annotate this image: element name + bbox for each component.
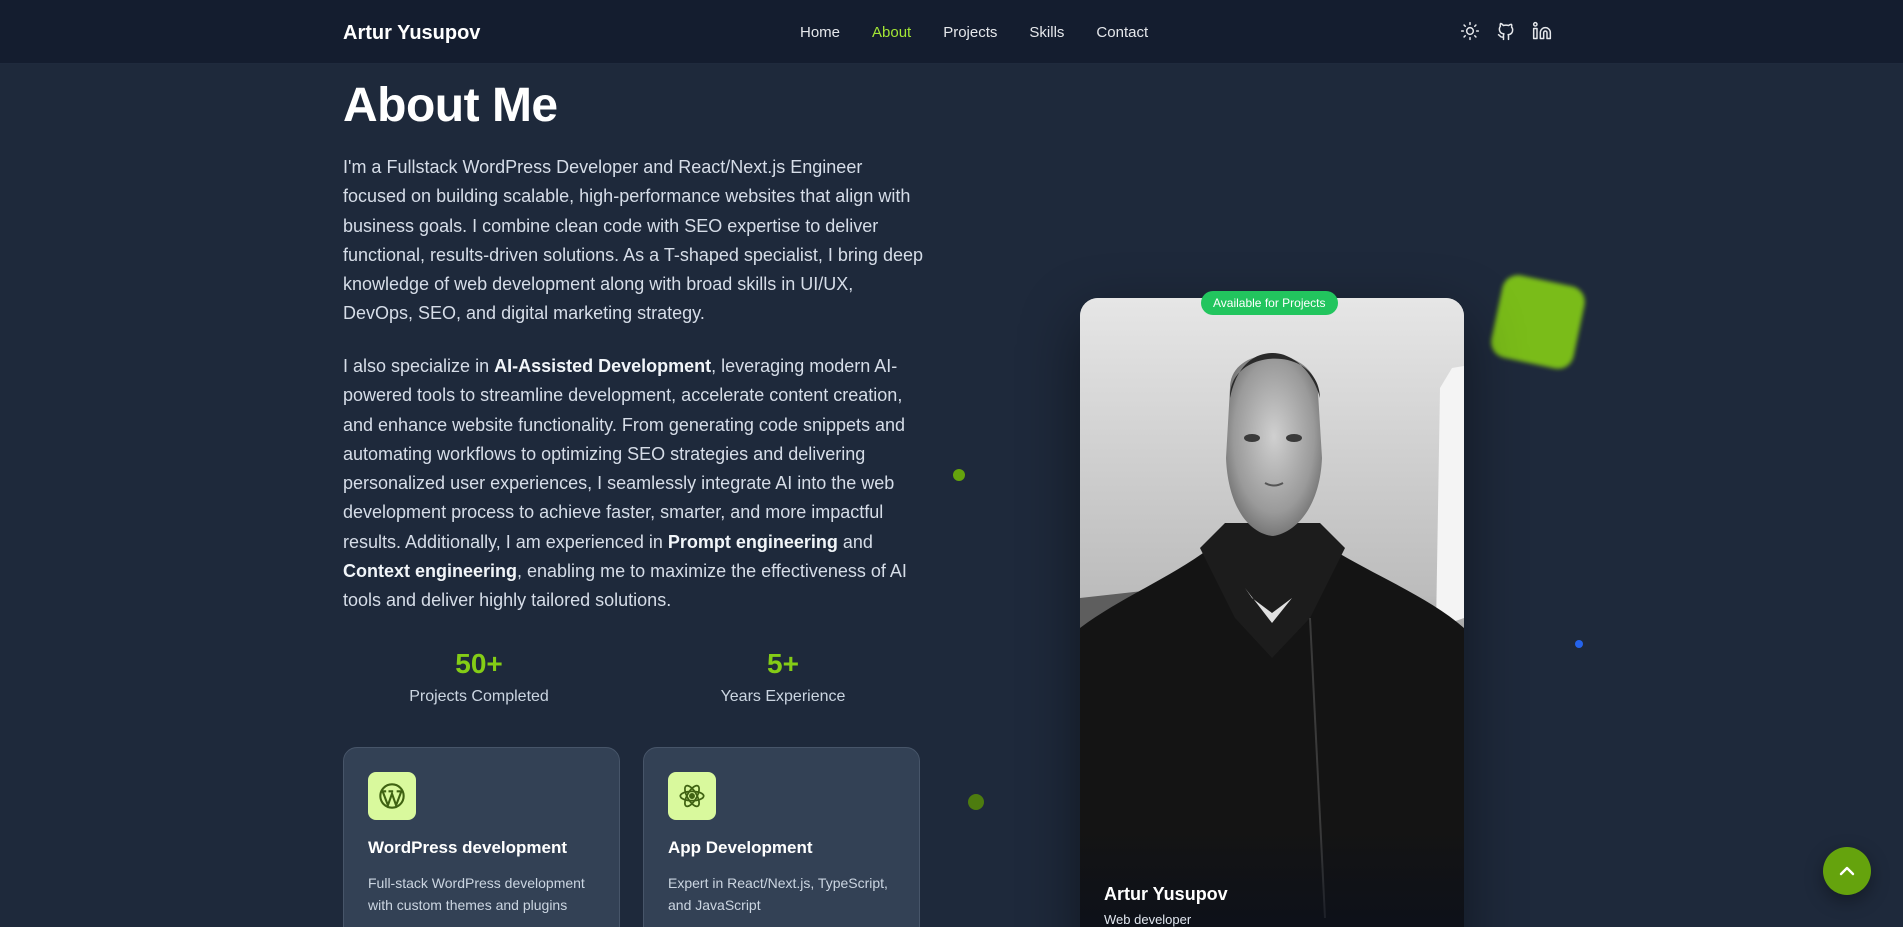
p2-bold-prompt: Prompt engineering	[667, 531, 838, 552]
nav-icons	[1459, 20, 1553, 42]
p2-bold-context: Context engineering	[343, 561, 518, 582]
about-paragraph-1: I'm a Fullstack WordPress Developer and …	[343, 157, 923, 324]
profile-photo-card: Artur Yusupov Web developer	[1080, 298, 1464, 927]
nav-home[interactable]: Home	[800, 24, 840, 41]
stat-projects: 50+ Projects Completed	[349, 648, 609, 706]
card-title: App Development	[668, 838, 813, 857]
stat-experience: 5+ Years Experience	[653, 648, 913, 706]
card-desc: Full-stack WordPress development with cu…	[368, 875, 585, 913]
stat-value: 50+	[455, 648, 503, 679]
about-paragraph-2: I also specialize in AI-Assisted Develop…	[343, 352, 923, 616]
p2-text-3: and	[837, 531, 873, 552]
brand-logo[interactable]: Artur Yusupov	[343, 22, 480, 45]
service-card-wordpress: WordPress development Full-stack WordPre…	[343, 747, 620, 927]
navbar: Artur Yusupov Home About Projects Skills…	[0, 0, 1903, 64]
decor-dot	[953, 469, 965, 481]
nav-skills[interactable]: Skills	[1029, 24, 1064, 41]
github-icon[interactable]	[1495, 20, 1517, 42]
p2-text-2: , leveraging modern AI-powered tools to …	[343, 356, 906, 552]
availability-badge: Available for Projects	[1201, 291, 1338, 315]
card-desc: Expert in React/Next.js, TypeScript, and…	[668, 875, 888, 913]
decor-dot	[1575, 640, 1583, 648]
chevron-up-icon	[1839, 866, 1855, 876]
p2-text-1: I also specialize in	[343, 356, 495, 376]
decor-square	[1488, 272, 1588, 372]
p2-bold-ai: AI-Assisted Development	[494, 356, 712, 376]
card-title: WordPress development	[368, 838, 568, 857]
decor-dot	[968, 794, 984, 810]
profile-role: Web developer	[1104, 912, 1192, 927]
stat-value: 5+	[767, 648, 799, 679]
stat-label: Years Experience	[720, 688, 846, 705]
nav-contact[interactable]: Contact	[1096, 24, 1148, 41]
about-title: About Me	[343, 79, 558, 132]
scroll-to-top-button[interactable]	[1823, 847, 1871, 895]
nav-links: Home About Projects Skills Contact	[800, 24, 1148, 41]
profile-name: Artur Yusupov	[1104, 884, 1228, 904]
linkedin-icon[interactable]	[1531, 20, 1553, 42]
service-card-app: App Development Expert in React/Next.js,…	[643, 747, 920, 927]
nav-about[interactable]: About	[872, 24, 911, 41]
nav-projects[interactable]: Projects	[943, 24, 997, 41]
sun-icon[interactable]	[1459, 20, 1481, 42]
stat-label: Projects Completed	[409, 688, 549, 705]
wordpress-icon	[368, 772, 416, 820]
react-icon	[668, 772, 716, 820]
